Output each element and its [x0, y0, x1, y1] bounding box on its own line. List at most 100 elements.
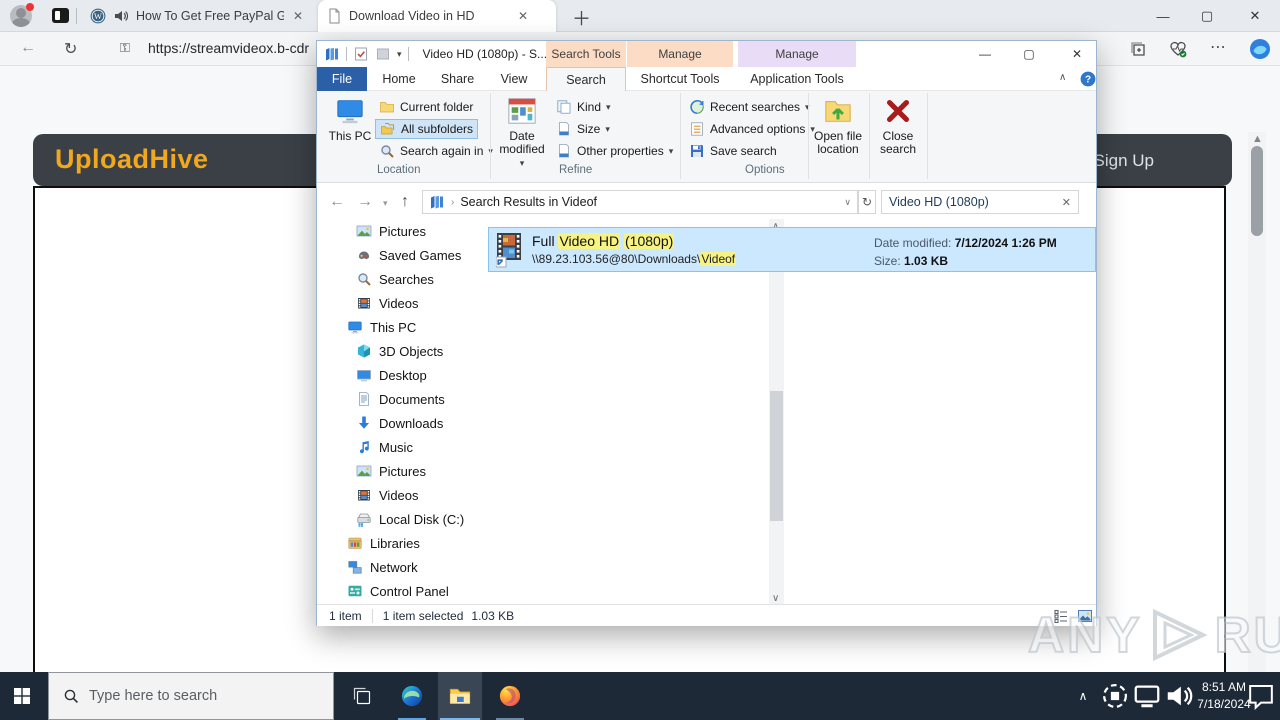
browser-close-button[interactable]: ✕ [1240, 4, 1270, 28]
explorer-close-button[interactable]: ✕ [1061, 41, 1093, 67]
refresh-icon[interactable]: ↻ [64, 39, 77, 59]
this-pc-button[interactable]: This PC [327, 96, 373, 143]
breadcrumb-bar[interactable]: › Search Results in Videof ∨ [422, 190, 858, 214]
tray-network-icon[interactable] [1132, 672, 1162, 720]
sidebar-item-videos[interactable]: Videos [317, 291, 472, 315]
qat-properties-icon[interactable] [353, 46, 369, 62]
windows-logo-icon [14, 688, 30, 704]
tab-workspaces-icon[interactable] [52, 8, 69, 23]
tree-scroll-down-icon[interactable]: ∨ [772, 593, 779, 604]
taskbar: Type here to search ∧ 8:51 AM 7/18/2024 [0, 672, 1280, 720]
action-center-icon[interactable] [1246, 672, 1276, 720]
taskbar-explorer-button[interactable] [438, 672, 482, 720]
svg-text:?: ? [1085, 75, 1091, 86]
tab-search[interactable]: Search [546, 67, 626, 91]
tray-meet-icon[interactable] [1100, 672, 1130, 720]
videos-icon [356, 295, 372, 311]
sidebar-item-documents[interactable]: Documents [317, 387, 472, 411]
qat-newfolder-icon[interactable] [375, 46, 391, 62]
explorer-maximize-button[interactable]: ▢ [1013, 41, 1045, 67]
sidebar-item-desktop[interactable]: Desktop [317, 363, 472, 387]
sidebar-item-saved-games[interactable]: Saved Games [317, 243, 472, 267]
tree-scrollbar[interactable]: ∧ ∨ [769, 219, 784, 607]
saved-games-icon [356, 247, 372, 263]
save-search-button[interactable]: Save search [685, 141, 781, 161]
sidebar-item-music[interactable]: Music [317, 435, 472, 459]
sidebar-item-pictures2[interactable]: Pictures [317, 459, 472, 483]
sidebar-item-network[interactable]: Network [317, 555, 472, 579]
tab-close-icon[interactable]: ✕ [291, 9, 305, 23]
tab-shortcut-tools[interactable]: Shortcut Tools [627, 67, 733, 91]
sidebar-item-local-disk[interactable]: Local Disk (C:) [317, 507, 472, 531]
sidebar-item-control-panel[interactable]: Control Panel [317, 579, 472, 603]
ribbon-collapse-icon[interactable]: ∧ [1059, 72, 1066, 83]
refresh-button[interactable]: ↻ [858, 190, 876, 214]
tab-audio-icon[interactable] [113, 8, 129, 24]
all-subfolders-button[interactable]: All subfolders [375, 119, 479, 139]
kind-icon [556, 99, 572, 115]
address-refresh-icon: ↻ [861, 195, 873, 209]
collections-icon[interactable] [1128, 39, 1148, 59]
nav-back-icon[interactable]: ← [329, 193, 345, 211]
browser-maximize-button[interactable]: ▢ [1192, 4, 1222, 28]
sidebar-item-libraries[interactable]: Libraries [317, 531, 472, 555]
tray-chevron-icon[interactable]: ∧ [1068, 672, 1098, 720]
address-bar-url[interactable]: https://streamvideox.b-cdr [148, 40, 309, 56]
browser-essentials-icon[interactable] [1168, 39, 1188, 59]
taskbar-edge-button[interactable] [390, 672, 434, 720]
open-file-location-button[interactable]: Open file location [813, 96, 863, 156]
nav-forward-icon[interactable]: → [357, 193, 373, 211]
ribbon-tab-row: File Home Share View Search Shortcut Too… [317, 67, 1096, 91]
date-modified-button[interactable]: Date modified ▾ [497, 96, 547, 170]
scroll-up-icon[interactable]: ▲ [1252, 133, 1263, 145]
tab-file[interactable]: File [317, 67, 367, 91]
task-view-button[interactable] [340, 672, 384, 720]
sidebar-item-downloads[interactable]: Downloads [317, 411, 472, 435]
help-icon[interactable]: ? [1080, 71, 1096, 87]
sidebar-item-this-pc[interactable]: This PC [317, 315, 472, 339]
tab-share[interactable]: Share [429, 67, 486, 91]
sidebar-item-pictures[interactable]: Pictures [317, 219, 472, 243]
tab-close-icon[interactable]: ✕ [516, 9, 530, 23]
sidebar-item-3d-objects[interactable]: 3D Objects [317, 339, 472, 363]
site-logo[interactable]: UploadHive [55, 144, 209, 175]
taskbar-firefox-button[interactable] [488, 672, 532, 720]
browser-tab-paypal[interactable]: W How To Get Free PayPal Gift ✕ [82, 0, 314, 32]
network-icon [347, 559, 363, 575]
new-tab-button[interactable]: ＋ [572, 4, 591, 31]
group-divider [869, 93, 870, 179]
browser-minimize-button[interactable]: — [1148, 4, 1178, 28]
sidebar-item-videos2[interactable]: Videos [317, 483, 472, 507]
explorer-minimize-button[interactable]: — [969, 41, 1001, 67]
current-folder-button[interactable]: Current folder [375, 97, 477, 117]
tab-home[interactable]: Home [369, 67, 429, 91]
taskbar-search-box[interactable]: Type here to search [48, 672, 334, 720]
browser-tab-download-video[interactable]: Download Video in HD ✕ [318, 0, 556, 32]
browser-menu-icon[interactable]: ⋯ [1210, 37, 1226, 57]
sidebar-item-searches[interactable]: Searches [317, 267, 472, 291]
tab-application-tools[interactable]: Application Tools [738, 67, 856, 91]
file-result-row[interactable]: Full Video HD (1080p) \\89.23.103.56@80\… [488, 227, 1096, 272]
nav-history-icon[interactable]: ▾ [383, 198, 388, 209]
breadcrumb-dropdown-icon[interactable]: ∨ [844, 197, 851, 208]
back-icon[interactable]: ← [20, 39, 36, 57]
start-button[interactable] [0, 672, 44, 720]
qat-customize-icon[interactable]: ▾ [397, 49, 402, 60]
advanced-options-button[interactable]: Advanced options ▾ [685, 119, 819, 139]
nav-up-icon[interactable]: ↑ [401, 193, 409, 211]
signup-link[interactable]: Sign Up [1094, 151, 1154, 171]
recent-searches-button[interactable]: Recent searches ▾ [685, 97, 814, 117]
lock-icon[interactable]: ⚿ [120, 40, 130, 56]
kind-button[interactable]: Kind ▾ [552, 97, 615, 117]
other-properties-button[interactable]: Other properties ▾ [552, 141, 677, 161]
size-button[interactable]: Size ▾ [552, 119, 614, 139]
tab-view[interactable]: View [486, 67, 542, 91]
search-again-button[interactable]: Search again in ▾ [375, 141, 497, 161]
clear-search-icon[interactable]: ✕ [1062, 196, 1071, 209]
explorer-search-box[interactable]: Video HD (1080p) ✕ [881, 190, 1079, 214]
tree-scrollbar-thumb[interactable] [770, 391, 783, 521]
date-modified-icon [507, 96, 537, 126]
copilot-icon[interactable] [1248, 37, 1272, 61]
page-scrollbar-thumb[interactable] [1251, 146, 1263, 236]
close-search-button[interactable]: Close search [874, 96, 922, 156]
